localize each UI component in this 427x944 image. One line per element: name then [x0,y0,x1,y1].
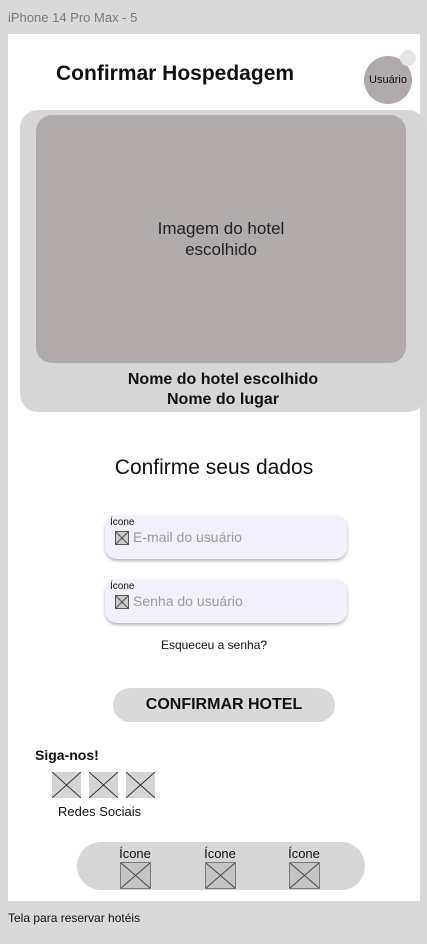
nav-item-label: Ícone [288,846,320,861]
avatar-status-dot [400,50,416,66]
bottom-nav: Ícone Ícone Ícone [77,842,365,890]
frame-label: iPhone 14 Pro Max - 5 [8,10,138,25]
nav-item-label: Ícone [119,846,151,861]
email-icon-label: Ícone [110,517,135,528]
forgot-password-link[interactable]: Esqueceu a senha? [8,638,420,652]
social-networks-label: Redes Sociais [58,804,142,819]
social-icon-2[interactable] [89,772,118,798]
follow-us-title: Siga-nos! [35,747,99,763]
nav-placeholder-icon [205,862,236,889]
page-title: Confirmar Hospedagem [56,62,295,85]
password-field[interactable]: Ícone Senha do usuário [105,579,347,623]
hotel-image-placeholder: Imagem do hotel escolhido [36,115,406,363]
nav-placeholder-icon [120,862,151,889]
hotel-card: Imagem do hotel escolhido Nome do hotel … [20,110,426,412]
nav-item-label: Ícone [204,846,236,861]
email-placeholder: E-mail do usuário [133,529,242,545]
email-field[interactable]: Ícone E-mail do usuário [105,515,347,559]
password-placeholder: Senha do usuário [133,593,243,609]
place-name: Nome do lugar [166,391,279,408]
avatar-label: Usuário [369,74,407,86]
nav-placeholder-icon [289,862,320,889]
social-icon-1[interactable] [52,772,81,798]
hotel-image-text: Imagem do hotel escolhido [157,218,285,259]
phone-screen: Confirmar Hospedagem Usuário Imagem do h… [8,34,426,901]
password-icon [115,595,129,609]
user-avatar[interactable]: Usuário [364,50,416,104]
social-icon-3[interactable] [126,772,155,798]
email-icon [115,531,129,545]
hotel-name: Nome do hotel escolhido [127,371,319,388]
password-icon-label: Ícone [110,581,135,592]
confirm-hotel-button[interactable]: CONFIRMAR HOTEL [113,688,335,722]
frame-caption: Tela para reservar hotéis [8,911,141,925]
form-title: Confirme seus dados [114,456,314,479]
